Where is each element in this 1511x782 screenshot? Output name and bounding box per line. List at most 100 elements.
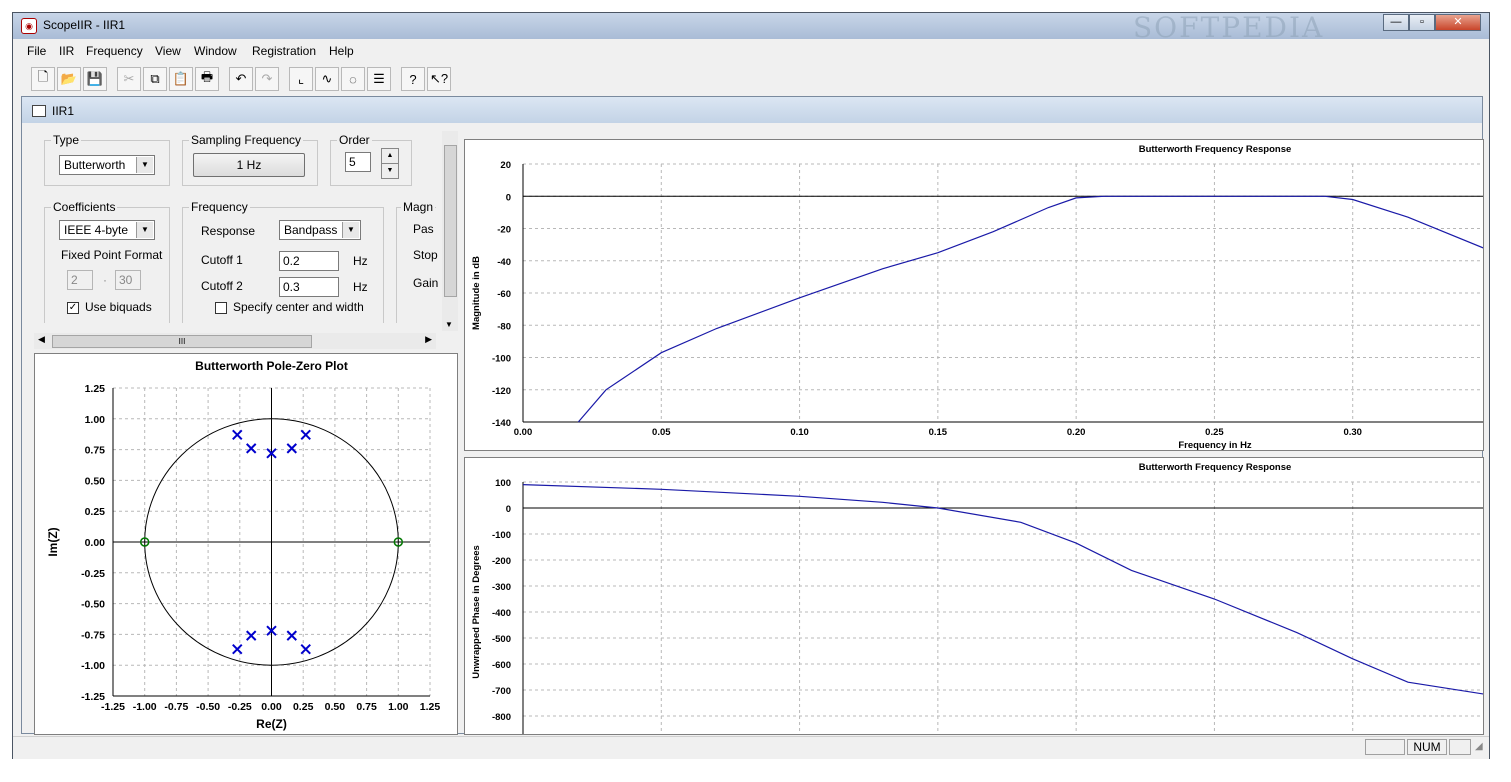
coefficients-label: Coefficients: [51, 200, 118, 214]
y-tick-label: -500: [492, 634, 511, 645]
child-title-bar[interactable]: IIR1: [22, 97, 1482, 123]
scroll-left-icon[interactable]: ◀: [38, 334, 45, 345]
passband-label: Pas: [413, 222, 434, 236]
help-icon[interactable]: ?: [401, 67, 425, 91]
x-tick-label: 0.05: [652, 427, 671, 438]
status-pane-empty: [1365, 739, 1405, 755]
center-width-checkbox[interactable]: [215, 302, 227, 314]
order-spin-up[interactable]: ▲: [381, 148, 399, 164]
undo-icon[interactable]: ↶: [229, 67, 253, 91]
status-bar: NUM ◢: [13, 736, 1489, 759]
pole-zero-plot[interactable]: Butterworth Pole-Zero Plot-1.25-1.25-1.0…: [35, 354, 457, 734]
coefficients-icon[interactable]: ☰: [367, 67, 391, 91]
y-tick-label: 0.75: [85, 445, 106, 457]
new-icon[interactable]: 🗋: [31, 67, 55, 91]
child-window-icon[interactable]: [32, 105, 46, 117]
x-tick-label: 0.00: [261, 701, 282, 713]
menu-view[interactable]: View: [155, 44, 181, 58]
menu-iir[interactable]: IIR: [59, 44, 74, 58]
toolbar: 🗋 📂 💾 ✂ ⧉ 📋 🖶 ↶ ↷ ⌞ ∿ ◌ ☰? ↖?: [19, 64, 1479, 94]
y-tick-label: -800: [492, 712, 511, 723]
copy-icon[interactable]: ⧉: [143, 67, 167, 91]
design-panel-horizontal-scrollbar[interactable]: ◀ III ▶: [34, 333, 436, 349]
menu-file[interactable]: File: [27, 44, 46, 58]
type-select[interactable]: Butterworth ▼: [59, 155, 155, 175]
print-icon[interactable]: 🖶: [195, 67, 219, 91]
order-label: Order: [337, 133, 372, 147]
mdi-area: IIR1 Type Butterworth ▼ Sampling Frequen…: [21, 96, 1498, 749]
pole-marker: [246, 630, 257, 641]
scroll-right-icon[interactable]: ▶: [425, 334, 432, 345]
y-tick-label: -600: [492, 660, 511, 671]
response-select[interactable]: Bandpass ▼: [279, 220, 361, 240]
redo-icon[interactable]: ↷: [255, 67, 279, 91]
pole-marker: [232, 643, 243, 655]
app-window: ◉ ScopeIIR - IIR1 SOFTPEDIA — ▫ ✕ File I…: [12, 11, 1498, 759]
frequency-label: Frequency: [189, 200, 250, 214]
type-value: Butterworth: [64, 158, 126, 172]
phase-response-plot[interactable]: Butterworth Frequency Response 100 0 -100 -2…: [465, 458, 1492, 749]
y-tick-label: -300: [492, 582, 511, 593]
type-group: Type Butterworth ▼: [44, 133, 170, 186]
x-tick-label: 0.75: [356, 701, 377, 713]
menu-window[interactable]: Window: [194, 44, 237, 58]
impulse-response-icon[interactable]: ∿: [315, 67, 339, 91]
menu-help[interactable]: Help: [329, 44, 354, 58]
coefficients-select[interactable]: IEEE 4-byte ▼: [59, 220, 155, 240]
cut-icon[interactable]: ✂: [117, 67, 141, 91]
x-tick-label: 1.25: [420, 701, 441, 713]
menu-registration[interactable]: Registration: [252, 44, 316, 58]
magnitude-plot-icon[interactable]: ⌞: [289, 67, 313, 91]
fixed-point-fraction-input[interactable]: 30: [115, 270, 141, 290]
cutoff1-label: Cutoff 1: [201, 253, 243, 267]
use-biquads-label: Use biquads: [85, 300, 152, 314]
pole-zero-plot-panel: Butterworth Pole-Zero Plot -1.25 -1.25 -1.0…: [34, 353, 458, 735]
use-biquads-checkbox[interactable]: ✓: [67, 302, 79, 314]
y-tick-label: -1.00: [81, 660, 105, 672]
cutoff2-input[interactable]: 0.3: [279, 277, 339, 297]
design-panel-vertical-scrollbar[interactable]: ▼: [442, 131, 458, 331]
order-input[interactable]: 5: [345, 152, 371, 172]
menu-frequency[interactable]: Frequency: [86, 44, 143, 58]
x-tick-label: 0.25: [293, 701, 314, 713]
y-tick-label: 1.00: [85, 414, 106, 426]
design-panel: Type Butterworth ▼ Sampling Frequency 1 …: [34, 127, 438, 333]
close-button[interactable]: ✕: [1435, 14, 1481, 31]
scroll-down-icon[interactable]: ▼: [445, 320, 453, 329]
scrollbar-thumb[interactable]: III: [52, 335, 312, 348]
title-bar[interactable]: ◉ ScopeIIR - IIR1 SOFTPEDIA — ▫ ✕: [13, 11, 1489, 44]
pole-marker: [286, 443, 297, 454]
save-icon[interactable]: 💾: [83, 67, 107, 91]
x-tick-label: -1.00: [133, 701, 157, 713]
magnitude-plot-panel: Butterworth Frequency Response 20 0 -20 -40 -…: [464, 139, 1498, 451]
resize-grip-icon[interactable]: ◢: [1475, 741, 1483, 752]
y-tick-label: 0.50: [85, 475, 106, 487]
maximize-button[interactable]: ▫: [1409, 14, 1435, 31]
fixed-point-integer-input[interactable]: 2: [67, 270, 93, 290]
y-axis-label: Magnitude in dB: [471, 256, 482, 330]
magnitude-response-plot[interactable]: Butterworth Frequency Response 20 0 -20 -40 -…: [465, 140, 1498, 451]
y-tick-label: -700: [492, 686, 511, 697]
x-tick-label: 0.50: [325, 701, 346, 713]
open-icon[interactable]: 📂: [57, 67, 81, 91]
sampling-frequency-button[interactable]: 1 Hz: [193, 153, 305, 177]
x-tick-label: -0.75: [164, 701, 188, 713]
app-icon[interactable]: ◉: [21, 18, 37, 34]
y-tick-label: -20: [497, 225, 511, 236]
child-title: IIR1: [52, 104, 75, 118]
y-tick-label: -80: [497, 321, 511, 332]
x-axis-label: Frequency in Hz: [1178, 440, 1252, 450]
pole-zero-icon[interactable]: ◌: [341, 67, 365, 91]
cutoff1-input[interactable]: 0.2: [279, 251, 339, 271]
chevron-down-icon: ▼: [136, 222, 153, 238]
y-tick-label: -400: [492, 608, 511, 619]
paste-icon[interactable]: 📋: [169, 67, 193, 91]
y-tick-label: 0.00: [85, 537, 106, 549]
minimize-button[interactable]: —: [1383, 14, 1409, 31]
scrollbar-thumb[interactable]: [444, 145, 457, 297]
order-spin-down[interactable]: ▼: [381, 163, 399, 179]
y-tick-label: -200: [492, 556, 511, 567]
y-tick-label: 100: [495, 478, 511, 489]
x-tick-label: 0.10: [790, 427, 809, 438]
context-help-icon[interactable]: ↖?: [427, 67, 451, 91]
